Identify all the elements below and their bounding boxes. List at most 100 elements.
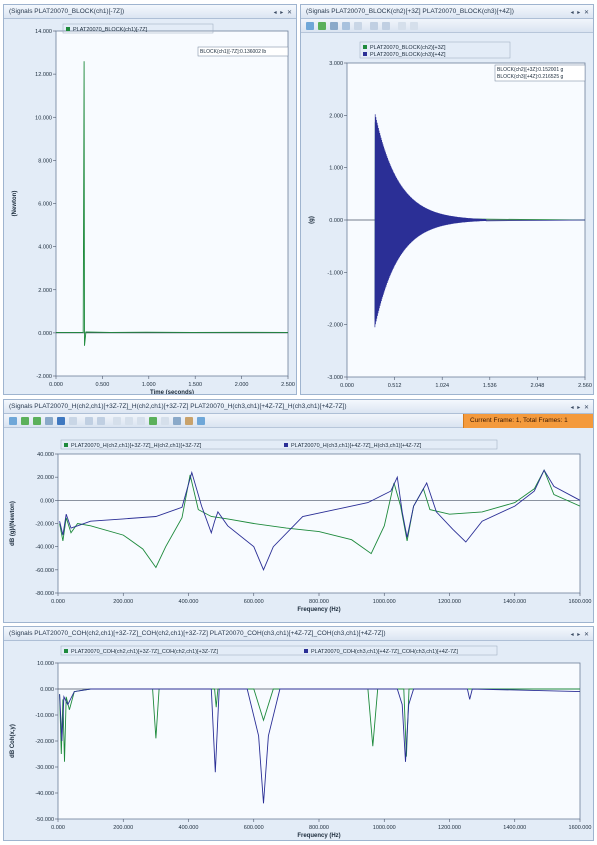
x-tick-label: 1000.000 <box>373 825 396 831</box>
y-tick-label: -80.000 <box>35 591 54 597</box>
y-tick-label: -10.000 <box>35 713 54 719</box>
zoom-tool-icon[interactable] <box>330 22 338 30</box>
legend-swatch <box>284 443 288 447</box>
cursor-tool-icon[interactable] <box>342 22 350 30</box>
time-force-panel: (Signals PLAT20070_BLOCK(ch1)[-7Z]) ◂ ▸ ✕… <box>3 4 297 395</box>
save-icon[interactable] <box>125 417 133 425</box>
legend-label: PLAT20070_COH(ch2,ch1)[+3Z-7Z]_COH(ch2,c… <box>71 649 218 655</box>
y-tick-label: -40.000 <box>35 791 54 797</box>
legend-swatch <box>304 649 308 653</box>
grid-tool-icon[interactable] <box>354 22 362 30</box>
save-icon[interactable] <box>410 22 418 30</box>
legend-label: PLAT20070_H(ch3,ch1)[+4Z-7Z]_H(ch3,ch1)[… <box>291 443 422 449</box>
y-tick-label: -20.000 <box>35 522 54 528</box>
panel-title-text: (Signals PLAT20070_BLOCK(ch1)[-7Z]) <box>9 8 125 15</box>
x-axis-label: Frequency (Hz) <box>297 833 340 839</box>
prev-icon[interactable] <box>370 22 378 30</box>
zoom-tool-icon[interactable] <box>33 417 41 425</box>
x-tick-label: 600.000 <box>244 825 264 831</box>
legend-swatch <box>64 443 68 447</box>
acceleration-chart[interactable]: -3.000 -2.000 -1.000 0.000 1.000 2.000 3.000 0.… <box>301 35 594 395</box>
x-tick-label: 0.000 <box>340 383 354 389</box>
panel-title: (Signals PLAT20070_COH(ch2,ch1)[+3Z-7Z]_… <box>4 627 593 641</box>
select-tool-icon[interactable] <box>9 417 17 425</box>
x-tick-label: 400.000 <box>179 599 199 605</box>
panel-title-text: (Signals PLAT20070_BLOCK(ch2)[+3Z] PLAT2… <box>306 8 514 15</box>
image-icon[interactable] <box>173 417 181 425</box>
x-tick-label: 800.000 <box>309 599 329 605</box>
y-tick-label: 4.000 <box>38 245 52 251</box>
grid-tool-icon[interactable] <box>69 417 77 425</box>
x-tick-label: 1.536 <box>483 383 497 389</box>
x-tick-label: 0.500 <box>96 382 110 388</box>
x-axis-label: Frequency (Hz) <box>297 607 340 613</box>
y-tick-label: -50.000 <box>35 817 54 823</box>
force-chart[interactable]: -2.000 0.000 2.000 4.000 6.000 8.000 10.000 12.… <box>4 21 297 395</box>
window-controls[interactable]: ◂ ▸ ✕ <box>571 402 590 413</box>
y-tick-label: 3.000 <box>329 61 343 67</box>
panel-title-text: (Signals PLAT20070_H(ch2,ch1)[+3Z-7Z]_H(… <box>9 403 347 410</box>
y-tick-label: 8.000 <box>38 158 52 164</box>
frame-status-badge: Current Frame: 1, Total Frames: 1 <box>463 414 593 428</box>
legend-label: PLAT20070_BLOCK(ch1)[-7Z] <box>73 27 148 33</box>
pan-tool-icon[interactable] <box>21 417 29 425</box>
print-icon[interactable] <box>137 417 145 425</box>
edit-icon[interactable] <box>185 417 193 425</box>
x-tick-label: 2.500 <box>281 382 295 388</box>
window-controls[interactable]: ◂ ▸ ✕ <box>274 7 293 18</box>
select-tool-icon[interactable] <box>306 22 314 30</box>
plot-area <box>55 30 289 377</box>
x-tick-label: 1200.000 <box>438 825 461 831</box>
panel-title: (Signals PLAT20070_H(ch2,ch1)[+3Z-7Z]_H(… <box>4 400 593 414</box>
x-tick-label: 600.000 <box>244 599 264 605</box>
legend-label: PLAT20070_H(ch2,ch1)[+3Z-7Z]_H(ch2,ch1)[… <box>71 443 202 449</box>
y-tick-label: -2.000 <box>36 374 52 380</box>
frf-panel: (Signals PLAT20070_H(ch2,ch1)[+3Z-7Z]_H(… <box>3 399 594 623</box>
bar-tool-icon[interactable] <box>57 417 65 425</box>
legend-swatch <box>363 45 367 49</box>
y-tick-label: -60.000 <box>35 568 54 574</box>
legend-label: PLAT20070_COH(ch3,ch1)[+4Z-7Z]_COH(ch3,c… <box>311 649 458 655</box>
pan-tool-icon[interactable] <box>318 22 326 30</box>
cursor-readout-text: BLOCK(ch1)[-7Z]:0.136002 lb <box>200 49 266 55</box>
y-tick-label: -1.000 <box>327 270 343 276</box>
y-tick-label: 0.000 <box>38 331 52 337</box>
y-tick-label: 0.000 <box>40 498 54 504</box>
cursor-readout-text: BLOCK(ch2)[+3Z]:0.152001 g <box>497 67 564 73</box>
copy-icon[interactable] <box>398 22 406 30</box>
y-tick-label: -30.000 <box>35 765 54 771</box>
chart-icon[interactable] <box>149 417 157 425</box>
y-tick-label: 40.000 <box>37 452 54 458</box>
copy-icon[interactable] <box>113 417 121 425</box>
prev-icon[interactable] <box>85 417 93 425</box>
window-controls[interactable]: ◂ ▸ ✕ <box>571 7 590 18</box>
y-tick-label: 2.000 <box>329 113 343 119</box>
y-tick-label: 14.000 <box>35 29 52 35</box>
x-tick-label: 2.048 <box>531 383 545 389</box>
cursor-readout-text: BLOCK(ch3)[+4Z]:0.216525 g <box>497 74 564 80</box>
frf-chart[interactable]: -80.000 -60.000 -40.000 -20.000 0.000 20.000 4… <box>4 430 594 623</box>
x-tick-label: 2.560 <box>578 383 592 389</box>
y-axis-label: dB (g)/(Newton) <box>10 501 16 546</box>
cursor-tool-icon[interactable] <box>45 417 53 425</box>
next-icon[interactable] <box>97 417 105 425</box>
legend-label: PLAT20070_BLOCK(ch3)[+4Z] <box>370 52 446 58</box>
x-tick-label: 1400.000 <box>503 825 526 831</box>
arrow-icon[interactable] <box>197 417 205 425</box>
y-axis-label: dB Coh(x,y) <box>10 724 16 758</box>
x-tick-label: 800.000 <box>309 825 329 831</box>
y-tick-label: -3.000 <box>327 375 343 381</box>
y-tick-label: -20.000 <box>35 739 54 745</box>
window-controls[interactable]: ◂ ▸ ✕ <box>571 629 590 640</box>
y-tick-label: 2.000 <box>38 288 52 294</box>
plot-area <box>57 662 581 820</box>
x-tick-label: 200.000 <box>113 599 133 605</box>
panel-title-text: (Signals PLAT20070_COH(ch2,ch1)[+3Z-7Z]_… <box>9 630 386 637</box>
export-icon[interactable] <box>161 417 169 425</box>
plot-area <box>57 453 581 594</box>
y-tick-label: -2.000 <box>327 323 343 329</box>
x-axis-label: Time (seconds) <box>150 390 194 395</box>
coherence-chart[interactable]: -50.000 -40.000 -30.000 -20.000 -10.000 0.000… <box>4 643 594 841</box>
x-tick-label: 1600.000 <box>569 825 592 831</box>
next-icon[interactable] <box>382 22 390 30</box>
